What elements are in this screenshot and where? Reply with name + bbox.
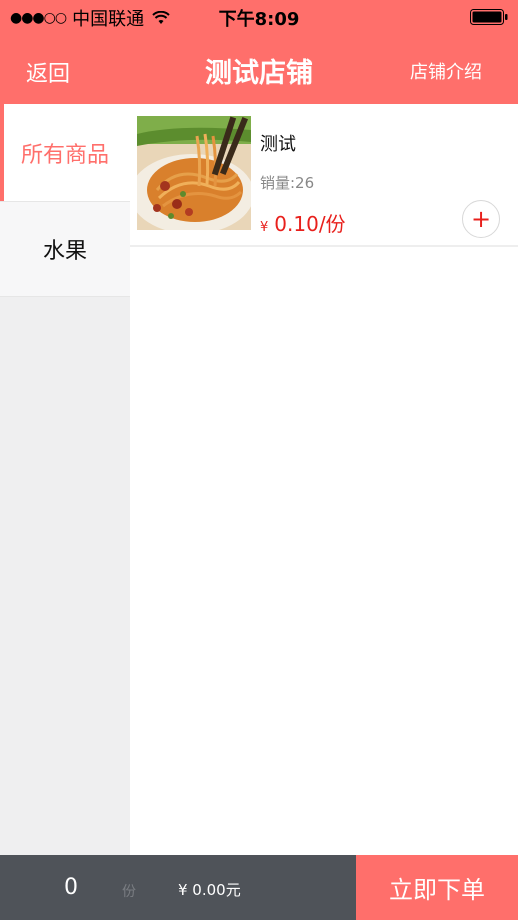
cart-unit: 份	[122, 884, 136, 900]
noodles-dish-illustration	[137, 116, 251, 230]
price-currency: ¥	[260, 220, 269, 235]
price-value: 0.10/份	[274, 212, 346, 236]
shop-intro-button[interactable]: 店铺介绍	[410, 58, 482, 84]
sidebar-item-label: 所有商品	[20, 142, 109, 168]
list-item[interactable]: 测试 销量:26 ¥ 0.10/份 +	[130, 104, 518, 247]
status-bar: ●●●○○ 中国联通 下午8:09	[0, 0, 518, 34]
status-time: 下午8:09	[218, 9, 300, 30]
battery-icon	[470, 9, 508, 25]
cart-summary[interactable]: 0 份 ¥ 0.00元	[0, 855, 356, 920]
noodles-dish-image[interactable]	[137, 116, 251, 230]
product-sales: 销量:26	[260, 174, 315, 192]
add-to-cart-button[interactable]: +	[462, 200, 500, 238]
product-list: 测试 销量:26 ¥ 0.10/份 +	[130, 104, 518, 855]
cart-count: 0	[64, 875, 78, 900]
product-price: ¥ 0.10/份	[260, 208, 346, 237]
cart-total: ¥ 0.00元	[178, 881, 241, 899]
sidebar-item-fruit[interactable]: 水果	[0, 201, 130, 297]
sidebar-item-label: 水果	[42, 239, 87, 264]
sidebar-item-all-products[interactable]: 所有商品	[0, 104, 130, 201]
product-name: 测试	[260, 134, 296, 155]
cart-bar: 0 份 ¥ 0.00元 立即下单	[0, 855, 518, 920]
category-sidebar: 所有商品 水果	[0, 104, 130, 855]
place-order-button[interactable]: 立即下单	[356, 855, 518, 920]
nav-bar: 返回 测试店铺 店铺介绍	[0, 34, 518, 104]
